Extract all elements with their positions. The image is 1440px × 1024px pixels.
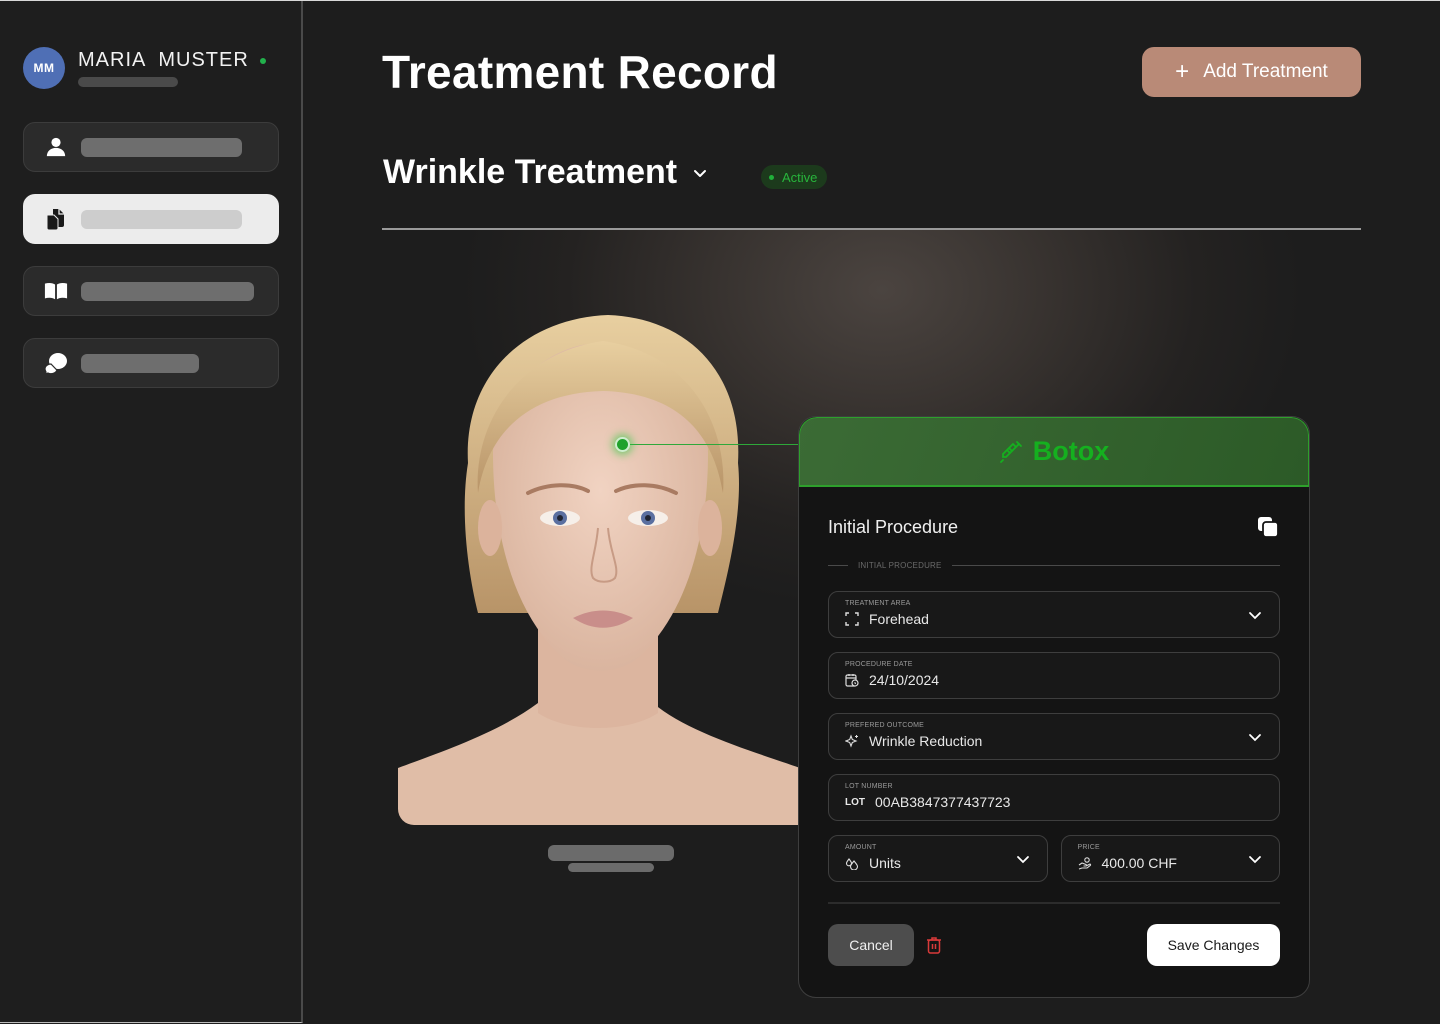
field-label: TREATMENT AREA	[845, 600, 911, 607]
syringe-icon	[999, 440, 1022, 463]
section-title: Initial Procedure	[828, 516, 959, 537]
field-value: Wrinkle Reduction	[869, 733, 983, 749]
add-treatment-label: Add Treatment	[1203, 61, 1328, 82]
sidebar-item-library[interactable]	[23, 266, 279, 316]
treatment-selector[interactable]: Wrinkle Treatment	[383, 153, 709, 192]
sidebar-item-label-placeholder	[81, 353, 199, 373]
price-select[interactable]: PRICE 400.00 CHF	[1060, 835, 1280, 882]
sparkles-icon	[845, 734, 859, 748]
injection-point-marker[interactable]	[615, 437, 630, 452]
save-changes-button[interactable]: Save Changes	[1147, 924, 1280, 966]
section-divider-label: INITIAL PROCEDURE	[858, 561, 942, 570]
image-subcaption-placeholder	[568, 863, 654, 872]
book-icon	[44, 279, 68, 303]
patient-face-image	[398, 313, 800, 825]
add-treatment-button[interactable]: + Add Treatment	[1142, 47, 1361, 97]
actions-divider	[828, 902, 1280, 904]
amount-select[interactable]: AMOUNT Units	[828, 835, 1048, 882]
app-frame: MM MARIA MUSTER Treatment Record + Add T…	[0, 0, 1440, 1024]
product-name: Botox	[1032, 436, 1110, 466]
chevron-down-icon	[1249, 856, 1261, 864]
field-label: AMOUNT	[845, 844, 877, 851]
status-dot	[769, 174, 774, 180]
calendar-clock-icon	[845, 673, 859, 687]
field-value: Units	[869, 855, 901, 871]
procedure-date-field[interactable]: PROCEDURE DATE 24/10/2024	[828, 652, 1280, 699]
preferred-outcome-select[interactable]: PREFERED OUTCOME Wrinkle Reduction	[828, 713, 1280, 760]
field-label: PREFERED OUTCOME	[845, 722, 925, 729]
documents-icon	[44, 207, 68, 231]
user-icon	[44, 135, 68, 159]
hand-coins-icon	[1078, 856, 1092, 870]
sidebar-item-label-placeholder	[81, 281, 254, 301]
status-badge: Active	[761, 165, 828, 189]
focus-frame-icon	[845, 612, 859, 626]
image-caption-placeholder	[548, 845, 674, 861]
sidebar-item-label-placeholder	[81, 137, 242, 157]
lot-prefix: LOT	[845, 796, 865, 808]
treatment-name: Wrinkle Treatment	[383, 153, 678, 191]
chevron-down-icon	[1249, 612, 1261, 620]
avatar: MM	[23, 47, 65, 89]
lot-number-field[interactable]: LOT NUMBER LOT 00AB3847377437723	[828, 774, 1280, 821]
sidebar-item-profile[interactable]	[23, 122, 279, 172]
chevron-down-icon	[1016, 856, 1029, 864]
status-text: Active	[782, 169, 818, 185]
user-subtitle-placeholder	[78, 77, 178, 87]
trash-icon[interactable]	[926, 936, 942, 954]
section-divider: INITIAL PROCEDURE	[828, 561, 1280, 570]
online-status-dot	[259, 57, 266, 64]
user-name: MARIA MUSTER	[78, 49, 249, 71]
card-header: Botox	[799, 417, 1309, 487]
field-value: Forehead	[869, 611, 929, 627]
chevron-down-icon[interactable]	[691, 164, 709, 182]
cancel-button[interactable]: Cancel	[828, 924, 914, 966]
sidebar-item-label-placeholder	[81, 209, 242, 229]
field-label: PROCEDURE DATE	[845, 661, 913, 668]
copy-icon[interactable]	[1256, 515, 1280, 539]
droplets-icon	[845, 856, 859, 870]
sidebar: MM MARIA MUSTER	[0, 1, 303, 1023]
page-title: Treatment Record	[382, 46, 778, 98]
field-value: 400.00 CHF	[1101, 855, 1177, 871]
field-label: LOT NUMBER	[845, 783, 893, 790]
chevron-down-icon	[1249, 734, 1261, 742]
field-label: PRICE	[1077, 844, 1100, 851]
field-value: 24/10/2024	[869, 672, 940, 688]
plus-icon: +	[1175, 58, 1190, 85]
marker-connector-line	[630, 444, 800, 445]
chat-icon	[44, 351, 68, 375]
treatment-area-select[interactable]: TREATMENT AREA Forehead	[828, 591, 1280, 638]
user-profile[interactable]: MM MARIA MUSTER	[23, 47, 266, 89]
sidebar-item-messages[interactable]	[23, 338, 279, 388]
sidebar-item-records[interactable]	[23, 194, 279, 244]
field-value: 00AB3847377437723	[875, 794, 1011, 810]
treatment-detail-card: Botox Initial Procedure INITIAL PROCEDUR…	[798, 416, 1310, 998]
